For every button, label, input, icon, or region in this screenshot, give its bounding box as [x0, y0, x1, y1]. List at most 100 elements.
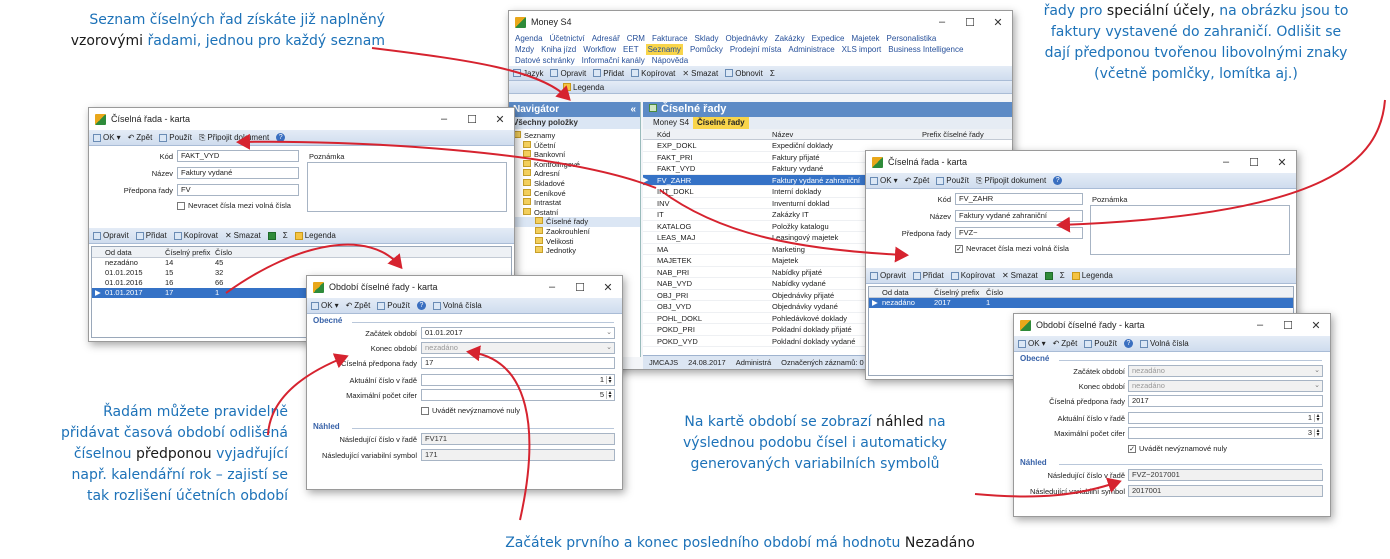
menu-item[interactable]: Pomůcky	[690, 44, 723, 55]
navigator-item[interactable]: Adresní	[509, 169, 640, 179]
return-numbers-checkbox[interactable]: Nevracet čísla mezi volná čísla	[177, 201, 291, 210]
menu-item[interactable]: Workflow	[583, 44, 616, 55]
close-icon[interactable]: ✕	[984, 16, 1012, 29]
column-header[interactable]: Číselný prefix	[162, 247, 212, 257]
apply-button[interactable]: Použít	[936, 176, 969, 185]
close-icon[interactable]: ✕	[1302, 319, 1330, 332]
navigator-item[interactable]: Jednotky	[509, 246, 640, 256]
add-button[interactable]: Přidat	[135, 231, 167, 240]
menu-item[interactable]: Personalistika	[887, 33, 937, 44]
name-field[interactable]: Faktury vydané zahraniční	[955, 210, 1083, 222]
max-digits-field[interactable]: 3 ▴ ▾	[1128, 427, 1323, 439]
column-header[interactable]: Název	[768, 129, 918, 139]
code-field[interactable]: FV_ZAHR	[955, 193, 1083, 205]
leading-zeros-checkbox[interactable]: ✓ Uvádět nevýznamové nuly	[1128, 444, 1227, 453]
sum-button[interactable]: Σ	[283, 231, 288, 240]
close-icon[interactable]: ✕	[486, 113, 514, 126]
back-button[interactable]: ↶ Zpět	[346, 301, 371, 310]
menu-item[interactable]: Seznamy	[645, 44, 683, 55]
copy-button[interactable]: Kopírovat	[173, 231, 218, 240]
maximize-icon[interactable]: ☐	[956, 16, 984, 29]
menu-item[interactable]: Adresář	[592, 33, 620, 44]
navigator-item[interactable]: Intrastat	[509, 198, 640, 208]
max-digits-field[interactable]: 5 ▴ ▾	[421, 389, 615, 401]
column-header[interactable]: Číslo	[983, 287, 1013, 297]
minimize-icon[interactable]: –	[430, 113, 458, 125]
column-header[interactable]: Kód	[653, 129, 768, 139]
back-button[interactable]: ↶ Zpět	[128, 133, 153, 142]
menu-item[interactable]: Fakturace	[652, 33, 688, 44]
edit-button[interactable]: Opravit	[93, 231, 129, 240]
menu-item[interactable]: XLS import	[842, 44, 882, 55]
stepper-icon[interactable]: ▴ ▾	[606, 375, 613, 385]
prefix-field[interactable]: FVZ−	[955, 227, 1083, 239]
navigator-item[interactable]: Číselné řady	[509, 217, 640, 227]
ok-button[interactable]: OK ▾	[311, 301, 339, 310]
menu-item[interactable]: Objednávky	[726, 33, 768, 44]
apply-button[interactable]: Použít	[159, 133, 192, 142]
export-button[interactable]	[267, 231, 276, 240]
menu-item[interactable]: Nápověda	[652, 55, 688, 66]
navigator-item[interactable]: Ceníkové	[509, 188, 640, 199]
navigator-item[interactable]: Velikosti	[509, 236, 640, 247]
language-button[interactable]: Jazyk	[513, 69, 543, 78]
leading-zeros-checkbox[interactable]: Uvádět nevýznamové nuly	[421, 406, 520, 415]
add-button[interactable]: Přidat	[593, 69, 624, 78]
stepper-icon[interactable]: ▴ ▾	[1314, 428, 1321, 438]
prefix-field[interactable]: FV	[177, 184, 299, 196]
menu-item[interactable]: Administrace	[788, 44, 834, 55]
navigator-item[interactable]: Zaokrouhlení	[509, 226, 640, 237]
navigator-item[interactable]: Ostatní	[509, 207, 640, 218]
help-icon[interactable]: ?	[276, 133, 286, 142]
navigator-item[interactable]: Účetní	[509, 140, 640, 151]
ok-button[interactable]: OK ▾	[93, 133, 121, 142]
period-start-field[interactable]: nezadáno ⌄	[1128, 365, 1323, 377]
tab-money[interactable]: Money S4	[649, 117, 693, 129]
menu-item[interactable]: Mzdy	[515, 44, 534, 55]
table-row[interactable]: ▶ nezadáno 2017 1	[869, 298, 1293, 308]
maximize-icon[interactable]: ☐	[1240, 156, 1268, 169]
navigator-item[interactable]: Kontrolingové	[509, 159, 640, 170]
period-end-field[interactable]: nezadáno ⌄	[421, 342, 615, 354]
tab-ciselne-rady[interactable]: Číselné řady	[693, 117, 749, 129]
ok-button[interactable]: OK ▾	[1018, 339, 1046, 348]
number-prefix-field[interactable]: 17	[421, 357, 615, 369]
column-header[interactable]: Číselný prefix	[931, 287, 983, 297]
menu-item[interactable]: Sklady	[695, 33, 719, 44]
help-icon[interactable]: ?	[1053, 176, 1063, 185]
period-end-field[interactable]: nezadáno ⌄	[1128, 380, 1323, 392]
attach-button[interactable]: ⎘ Připojit dokument	[976, 176, 1046, 186]
maximize-icon[interactable]: ☐	[1274, 319, 1302, 332]
ok-button[interactable]: OK ▾	[870, 176, 898, 185]
legend-button[interactable]: Legenda	[563, 83, 604, 92]
edit-button[interactable]: Opravit	[550, 69, 586, 78]
back-button[interactable]: ↶ Zpět	[905, 176, 930, 185]
code-field[interactable]: FAKT_VYD	[177, 150, 299, 162]
refresh-button[interactable]: Obnovit	[725, 69, 763, 78]
menu-item[interactable]: Účetnictví	[550, 33, 585, 44]
note-field[interactable]	[307, 162, 507, 212]
menu-item[interactable]: Datové schránky	[515, 55, 575, 66]
note-field[interactable]	[1090, 205, 1290, 255]
column-header[interactable]: Prefix číselné řady	[918, 129, 984, 139]
number-prefix-field[interactable]: 2017	[1128, 395, 1323, 407]
period-start-field[interactable]: 01.01.2017 ⌄	[421, 327, 615, 339]
attach-button[interactable]: ⎘ Připojit dokument	[199, 133, 269, 143]
navigator-item[interactable]: Skladové	[509, 178, 640, 189]
menu-item[interactable]: CRM	[627, 33, 645, 44]
close-icon[interactable]: ✕	[594, 281, 622, 294]
free-numbers-button[interactable]: Volná čísla	[432, 301, 482, 310]
name-field[interactable]: Faktury vydané	[177, 167, 299, 179]
delete-button[interactable]: ✕ Smazat	[225, 231, 261, 240]
help-icon[interactable]: ?	[1123, 339, 1133, 348]
navigator-item[interactable]: Bankovní	[509, 150, 640, 160]
menu-item[interactable]: Zakázky	[775, 33, 805, 44]
delete-button[interactable]: ✕ Smazat	[1002, 271, 1038, 280]
collapse-icon[interactable]: «	[630, 102, 640, 117]
column-header[interactable]: Od data	[102, 247, 162, 257]
menu-item[interactable]: Agenda	[515, 33, 543, 44]
column-header[interactable]: Číslo	[212, 247, 262, 257]
apply-button[interactable]: Použít	[1084, 339, 1117, 348]
table-row[interactable]: nezadáno 14 45	[92, 258, 511, 268]
navigator-all-items[interactable]: Všechny položky	[509, 117, 640, 129]
